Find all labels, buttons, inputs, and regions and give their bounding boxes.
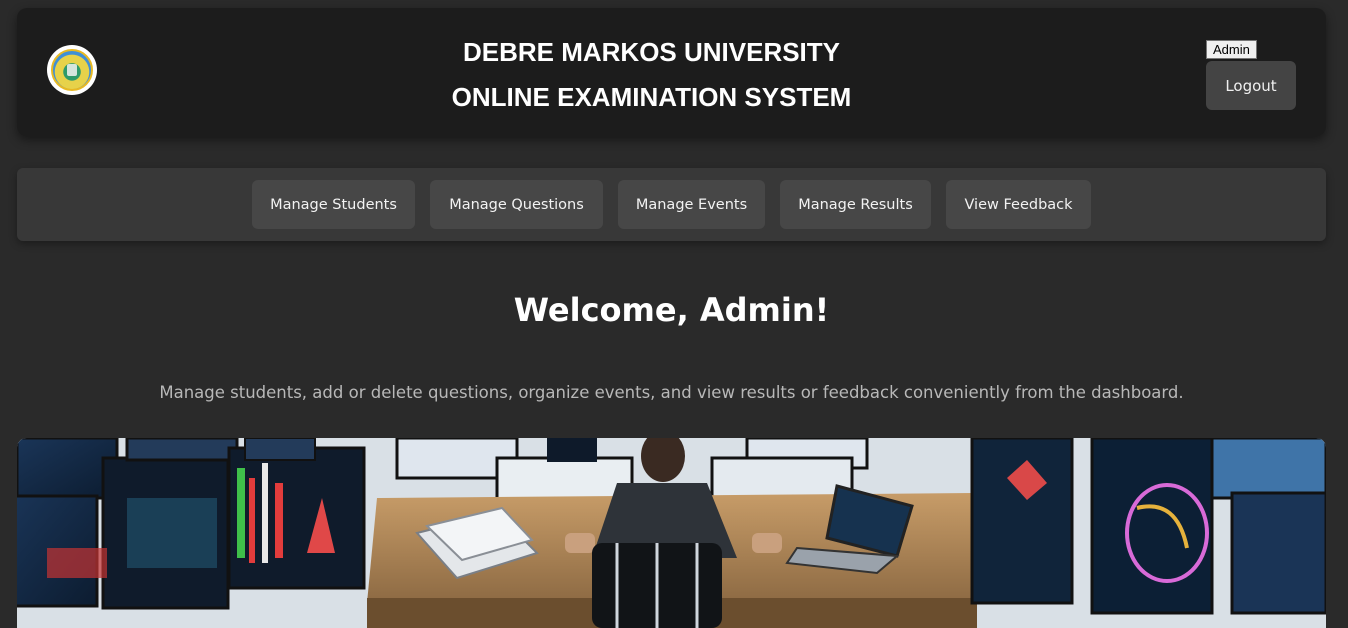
manage-students-button[interactable]: Manage Students bbox=[252, 180, 415, 229]
header-bar: DEBRE MARKOS UNIVERSITY ONLINE EXAMINATI… bbox=[17, 8, 1326, 136]
page-title: DEBRE MARKOS UNIVERSITY ONLINE EXAMINATI… bbox=[17, 30, 1286, 120]
admin-nav-bar: Manage Students Manage Questions Manage … bbox=[17, 168, 1326, 241]
title-line-system: ONLINE EXAMINATION SYSTEM bbox=[451, 82, 852, 112]
dashboard-hero-image bbox=[17, 438, 1326, 628]
right-monitor-wall bbox=[970, 438, 1326, 615]
user-role-tag: Admin bbox=[1206, 40, 1257, 59]
monitoring-room-illustration bbox=[17, 438, 1326, 628]
manage-questions-button[interactable]: Manage Questions bbox=[430, 180, 603, 229]
manage-events-button[interactable]: Manage Events bbox=[618, 180, 765, 229]
view-feedback-button[interactable]: View Feedback bbox=[946, 180, 1091, 229]
left-monitor-wall bbox=[17, 438, 366, 610]
manage-results-button[interactable]: Manage Results bbox=[780, 180, 931, 229]
title-line-university: DEBRE MARKOS UNIVERSITY bbox=[462, 37, 841, 67]
dashboard-description: Manage students, add or delete questions… bbox=[159, 383, 1184, 402]
logout-button[interactable]: Logout bbox=[1206, 61, 1296, 110]
welcome-heading: Welcome, Admin! bbox=[513, 291, 830, 329]
